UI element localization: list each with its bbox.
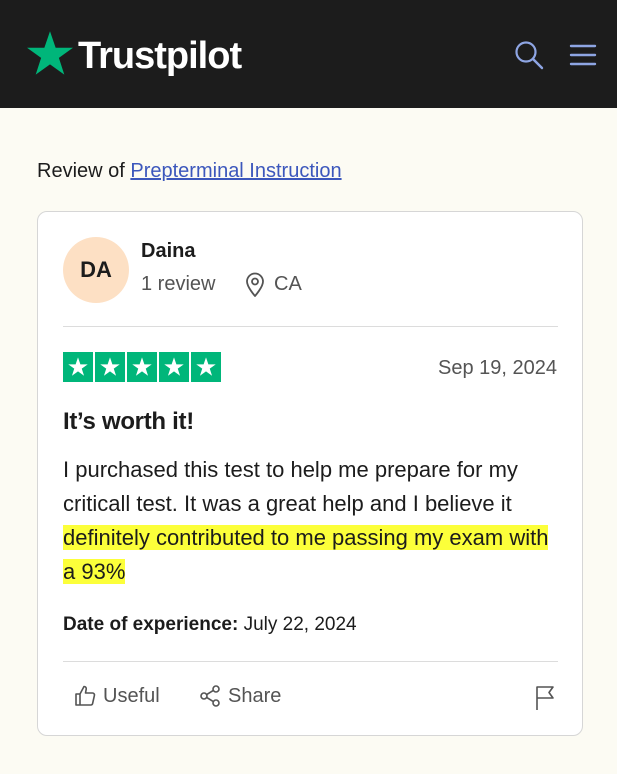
logo-text: Trustpilot	[78, 34, 242, 77]
rating-star-icon	[191, 352, 221, 382]
hamburger-menu-icon	[569, 44, 597, 66]
divider	[63, 326, 558, 327]
date-of-experience: Date of experience: July 22, 2024	[63, 614, 357, 636]
top-header: Trustpilot	[0, 0, 617, 108]
review-body: I purchased this test to help me prepare…	[63, 453, 563, 589]
star-icon	[27, 31, 73, 75]
divider	[63, 661, 558, 662]
review-of-line: Review of Prepterminal Instruction	[37, 160, 342, 183]
flag-icon	[536, 686, 554, 710]
thumbs-up-icon	[75, 685, 96, 706]
rating-star-icon	[63, 352, 93, 382]
highlighted-text: definitely contributed to me passing my …	[63, 525, 549, 584]
reviewer-location: CA	[274, 273, 302, 295]
rating-star-icon	[159, 352, 189, 382]
star-rating	[63, 352, 221, 382]
review-card: DA Daina 1 review CA Sep 19, 2024 It’s w…	[37, 211, 583, 736]
trustpilot-logo[interactable]: Trustpilot	[24, 28, 242, 80]
review-body-text: I purchased this test to help me prepare…	[63, 457, 518, 516]
rating-star-icon	[127, 352, 157, 382]
rating-star-icon	[95, 352, 125, 382]
company-link[interactable]: Prepterminal Instruction	[130, 160, 341, 182]
report-button[interactable]	[534, 684, 558, 717]
useful-label: Useful	[103, 684, 160, 707]
review-of-prefix: Review of	[37, 160, 125, 182]
share-label: Share	[228, 684, 282, 707]
search-icon	[515, 41, 544, 70]
date-of-experience-value: July 22, 2024	[243, 614, 357, 635]
reviewer-name[interactable]: Daina	[141, 240, 195, 263]
menu-button[interactable]	[566, 38, 600, 72]
date-of-experience-label: Date of experience:	[63, 614, 239, 635]
avatar[interactable]: DA	[63, 237, 129, 303]
review-count: 1 review	[141, 273, 216, 295]
review-date: Sep 19, 2024	[438, 357, 557, 379]
review-title: It’s worth it!	[63, 408, 194, 435]
share-button[interactable]: Share	[198, 684, 281, 708]
location-pin-icon	[246, 272, 264, 297]
useful-button[interactable]: Useful	[73, 684, 160, 708]
share-icon	[200, 685, 220, 707]
search-button[interactable]	[512, 38, 546, 72]
